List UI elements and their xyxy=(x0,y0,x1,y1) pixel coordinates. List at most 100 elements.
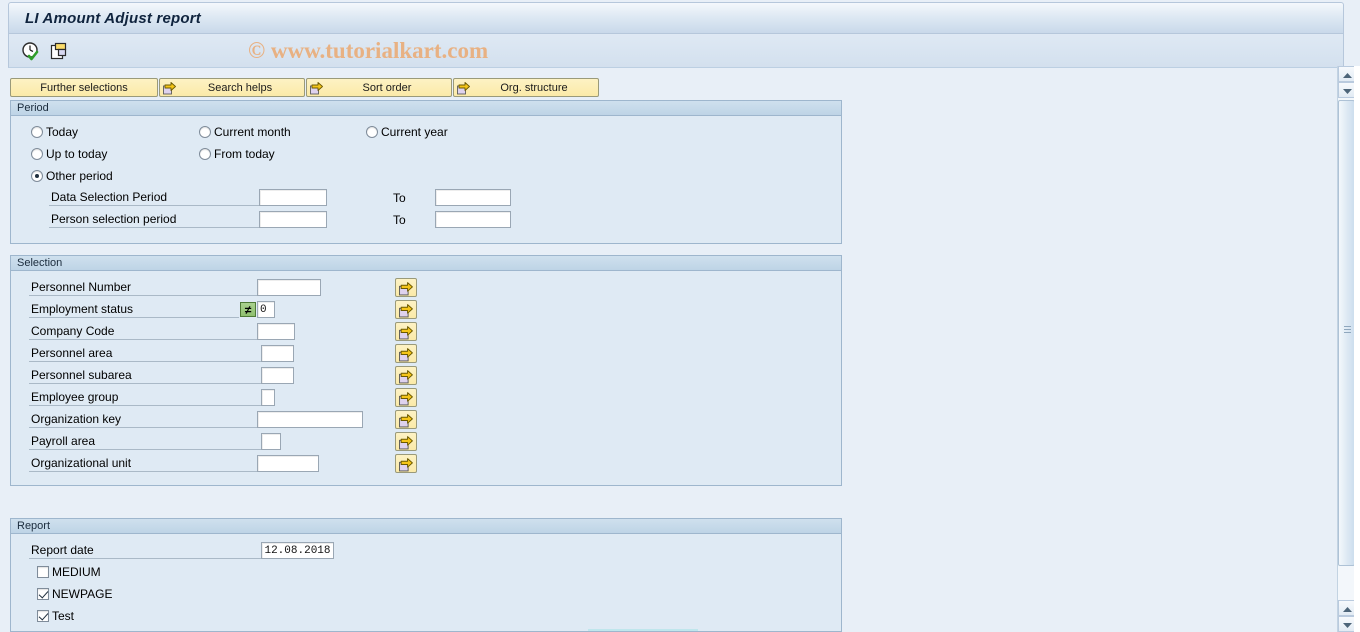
radio-from-today[interactable]: From today xyxy=(199,147,275,161)
radio-up-to-today[interactable]: Up to today xyxy=(31,147,107,161)
report-date-input[interactable] xyxy=(261,542,334,559)
sort-order-label: Sort order xyxy=(362,81,412,94)
period-group: Period Today Current month Current year … xyxy=(10,100,842,244)
checkbox-newpage[interactable]: NEWPAGE xyxy=(37,587,112,601)
payroll-area-label: Payroll area xyxy=(29,433,261,450)
data-selection-period-label: Data Selection Period xyxy=(49,189,259,206)
radio-today[interactable]: Today xyxy=(31,125,78,139)
radio-current-month[interactable]: Current month xyxy=(199,125,291,139)
employment-status-operator-button[interactable]: ≠ xyxy=(240,302,256,317)
checkbox-test[interactable]: Test xyxy=(37,609,74,623)
vertical-scrollbar[interactable] xyxy=(1337,66,1355,632)
radio-circle-selected-icon xyxy=(31,170,43,182)
checkbox-medium[interactable]: MEDIUM xyxy=(37,565,101,579)
application-toolbar xyxy=(8,34,1344,68)
org-structure-label: Org. structure xyxy=(500,81,568,94)
selection-group-body: Personnel Number Employment status ≠ 0 C… xyxy=(11,271,841,484)
organizational-unit-multiple-selection-button[interactable] xyxy=(395,454,417,473)
personnel-number-multiple-selection-button[interactable] xyxy=(395,278,417,297)
page-title: LI Amount Adjust report xyxy=(25,9,201,27)
data-selection-period-to-input[interactable] xyxy=(435,189,511,206)
radio-today-label: Today xyxy=(46,125,79,139)
arrow-right-icon xyxy=(310,81,324,95)
radio-circle-icon xyxy=(199,148,211,160)
checkbox-checked-icon xyxy=(37,610,49,622)
sort-order-button[interactable]: Sort order xyxy=(306,78,452,97)
employee-group-multiple-selection-button[interactable] xyxy=(395,388,417,407)
personnel-subarea-input[interactable] xyxy=(261,367,294,384)
personnel-number-label: Personnel Number xyxy=(29,279,257,296)
sap-selection-screen: LI Amount Adjust report © www.tutorialka… xyxy=(0,0,1360,632)
scrollbar-grip-icon xyxy=(1344,326,1351,335)
employee-group-label: Employee group xyxy=(29,389,261,406)
payroll-area-multiple-selection-button[interactable] xyxy=(395,432,417,451)
personnel-subarea-label: Personnel subarea xyxy=(29,367,261,384)
payroll-area-input[interactable] xyxy=(261,433,281,450)
selection-group-legend: Selection xyxy=(11,256,841,271)
organizational-unit-label: Organizational unit xyxy=(29,455,257,472)
personnel-area-multiple-selection-button[interactable] xyxy=(395,344,417,363)
radio-other-period-label: Other period xyxy=(46,169,113,183)
report-group-legend: Report xyxy=(11,519,841,534)
selection-group: Selection Personnel Number Employment st… xyxy=(10,255,842,486)
radio-current-year[interactable]: Current year xyxy=(366,125,448,139)
company-code-input[interactable] xyxy=(257,323,295,340)
org-structure-button[interactable]: Org. structure xyxy=(453,78,599,97)
personnel-number-input[interactable] xyxy=(257,279,321,296)
scroll-page-down-button[interactable] xyxy=(1338,616,1355,632)
not-equal-icon: ≠ xyxy=(244,302,252,317)
personnel-area-input[interactable] xyxy=(261,345,294,362)
data-selection-period-from-input[interactable] xyxy=(259,189,327,206)
period-group-body: Today Current month Current year Up to t… xyxy=(11,116,841,242)
radio-circle-icon xyxy=(366,126,378,138)
report-group-body: Report date MEDIUM NEWPAGE Test xyxy=(11,534,841,630)
bottom-accent-rule xyxy=(588,629,698,631)
personnel-subarea-multiple-selection-button[interactable] xyxy=(395,366,417,385)
radio-current-month-label: Current month xyxy=(214,125,291,139)
radio-from-today-label: From today xyxy=(214,147,275,161)
employee-group-input[interactable] xyxy=(261,389,275,406)
organization-key-input[interactable] xyxy=(257,411,363,428)
report-date-label: Report date xyxy=(29,542,261,559)
multiple-selection-icon[interactable] xyxy=(49,41,69,61)
organization-key-multiple-selection-button[interactable] xyxy=(395,410,417,429)
radio-other-period[interactable]: Other period xyxy=(31,169,113,183)
employment-status-input[interactable] xyxy=(257,301,275,318)
person-selection-period-label: Person selection period xyxy=(49,211,259,228)
person-selection-period-to-input[interactable] xyxy=(435,211,511,228)
personnel-area-label: Personnel area xyxy=(29,345,261,362)
person-selection-period-from-input[interactable] xyxy=(259,211,327,228)
employment-status-multiple-selection-button[interactable] xyxy=(395,300,417,319)
checkbox-newpage-label: NEWPAGE xyxy=(52,587,113,601)
scroll-page-up-button[interactable] xyxy=(1338,600,1355,616)
radio-current-year-label: Current year xyxy=(381,125,448,139)
search-helps-button[interactable]: Search helps xyxy=(159,78,305,97)
organizational-unit-input[interactable] xyxy=(257,455,319,472)
further-selections-button[interactable]: Further selections xyxy=(10,78,158,97)
company-code-multiple-selection-button[interactable] xyxy=(395,322,417,341)
organization-key-label: Organization key xyxy=(29,411,257,428)
radio-up-to-today-label: Up to today xyxy=(46,147,108,161)
further-selections-label: Further selections xyxy=(40,81,128,94)
arrow-right-icon xyxy=(457,81,471,95)
search-helps-label: Search helps xyxy=(207,81,273,94)
employment-status-label: Employment status xyxy=(29,301,239,318)
period-group-legend: Period xyxy=(11,101,841,116)
report-group: Report Report date MEDIUM NEWPAGE Test xyxy=(10,518,842,632)
checkbox-medium-label: MEDIUM xyxy=(52,565,101,579)
execute-clock-check-icon[interactable] xyxy=(21,41,41,61)
window-titlebar: LI Amount Adjust report xyxy=(8,2,1344,34)
right-margin xyxy=(1354,66,1360,632)
checkbox-box-icon xyxy=(37,566,49,578)
data-selection-period-to-label: To xyxy=(393,191,406,205)
scroll-up-button[interactable] xyxy=(1338,66,1355,82)
radio-circle-icon xyxy=(199,126,211,138)
person-selection-period-to-label: To xyxy=(393,213,406,227)
site-watermark: © www.tutorialkart.com xyxy=(248,38,489,63)
radio-circle-icon xyxy=(31,148,43,160)
checkbox-test-label: Test xyxy=(52,609,75,623)
scrollbar-thumb[interactable] xyxy=(1338,100,1355,566)
scroll-down-button[interactable] xyxy=(1338,82,1355,98)
radio-circle-icon xyxy=(31,126,43,138)
arrow-right-icon xyxy=(163,81,177,95)
